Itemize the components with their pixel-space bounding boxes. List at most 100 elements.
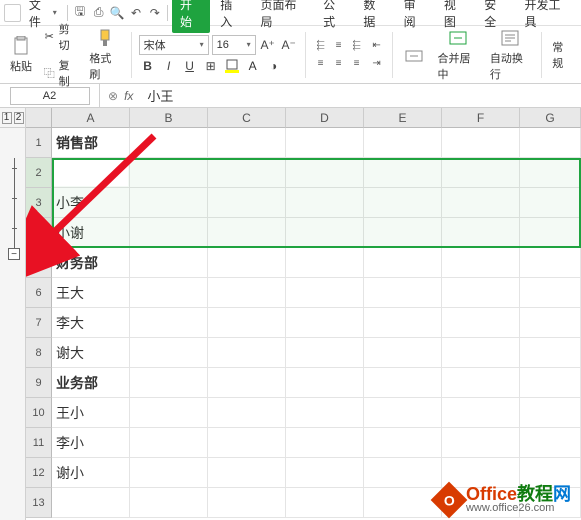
row-header[interactable]: 10	[26, 398, 52, 428]
cell[interactable]	[286, 218, 364, 248]
cell[interactable]	[442, 398, 520, 428]
cell[interactable]	[364, 428, 442, 458]
cell[interactable]	[442, 428, 520, 458]
column-header[interactable]: E	[364, 108, 442, 128]
formula-input[interactable]: 小王	[141, 86, 581, 105]
font-size-combo[interactable]: 16▾	[212, 35, 256, 55]
row-header[interactable]: 1	[26, 128, 52, 158]
font-name-combo[interactable]: 宋体▾	[139, 35, 209, 55]
cell[interactable]	[442, 368, 520, 398]
cell[interactable]	[442, 308, 520, 338]
border-button[interactable]: ⊞	[202, 57, 220, 75]
row-header[interactable]: 12	[26, 458, 52, 488]
cell[interactable]	[286, 338, 364, 368]
cell[interactable]	[364, 458, 442, 488]
cell[interactable]	[130, 218, 208, 248]
cell[interactable]	[520, 338, 581, 368]
align-middle-icon[interactable]: ≡	[331, 38, 347, 54]
cell[interactable]	[364, 398, 442, 428]
cell[interactable]	[208, 188, 286, 218]
cell[interactable]	[520, 368, 581, 398]
tab-data[interactable]: 数据	[355, 0, 393, 33]
row-header[interactable]: 9	[26, 368, 52, 398]
row-header[interactable]: 4	[26, 218, 52, 248]
cell[interactable]	[130, 308, 208, 338]
align-top-icon[interactable]: ⬱	[313, 38, 329, 54]
cell[interactable]	[442, 338, 520, 368]
cell[interactable]: 李小	[52, 428, 130, 458]
cell[interactable]	[130, 338, 208, 368]
align-left-icon[interactable]: ≡	[313, 56, 329, 72]
cell[interactable]	[520, 278, 581, 308]
qat-preview-icon[interactable]: 🔍	[109, 4, 126, 22]
cell[interactable]	[286, 398, 364, 428]
cell[interactable]	[364, 338, 442, 368]
number-format-combo[interactable]: 常规	[549, 38, 575, 72]
underline-button[interactable]: U	[181, 57, 199, 75]
cell[interactable]	[442, 278, 520, 308]
cell[interactable]: 王大	[52, 278, 130, 308]
qat-print-icon[interactable]: ⎙	[90, 4, 107, 22]
row-header[interactable]: 6	[26, 278, 52, 308]
cell[interactable]	[286, 248, 364, 278]
cell[interactable]	[286, 428, 364, 458]
cell[interactable]	[130, 428, 208, 458]
wrap-text-button[interactable]: 自动换行	[486, 25, 534, 84]
cell[interactable]	[208, 458, 286, 488]
cell[interactable]	[208, 248, 286, 278]
cell[interactable]	[364, 248, 442, 278]
cell[interactable]	[130, 368, 208, 398]
cell[interactable]	[364, 278, 442, 308]
tab-insert[interactable]: 插入	[212, 0, 250, 33]
qat-redo-icon[interactable]: ↷	[146, 4, 163, 22]
increase-font-icon[interactable]: A⁺	[259, 36, 277, 54]
cell[interactable]	[286, 158, 364, 188]
cell[interactable]	[208, 218, 286, 248]
row-header[interactable]: 11	[26, 428, 52, 458]
outline-levels[interactable]: 1 2	[0, 108, 25, 128]
align-bottom-icon[interactable]: ⬱	[349, 38, 365, 54]
cell[interactable]	[208, 128, 286, 158]
cell[interactable]	[286, 368, 364, 398]
cell[interactable]	[130, 458, 208, 488]
row-header[interactable]: 13	[26, 488, 52, 518]
select-all-corner[interactable]	[26, 108, 52, 128]
cell[interactable]	[520, 398, 581, 428]
paste-button[interactable]: 粘贴	[6, 33, 36, 76]
cell[interactable]	[130, 488, 208, 518]
indent-increase-icon[interactable]: ⇥	[369, 56, 385, 72]
column-header[interactable]: D	[286, 108, 364, 128]
align-right-icon[interactable]: ≡	[349, 56, 365, 72]
cell[interactable]	[364, 218, 442, 248]
cell[interactable]	[286, 488, 364, 518]
cell[interactable]: 小王	[52, 158, 130, 188]
row-header[interactable]: 2	[26, 158, 52, 188]
cell[interactable]: 谢小	[52, 458, 130, 488]
column-header[interactable]: A	[52, 108, 130, 128]
cell[interactable]	[442, 128, 520, 158]
outline-collapse-button[interactable]: −	[8, 248, 20, 260]
cell[interactable]	[364, 158, 442, 188]
format-painter-button[interactable]: 格式刷	[85, 25, 123, 84]
qat-undo-icon[interactable]: ↶	[128, 4, 145, 22]
indent-decrease-icon[interactable]: ⇤	[369, 38, 385, 54]
cell[interactable]	[286, 458, 364, 488]
cell[interactable]	[364, 488, 442, 518]
row-header[interactable]: 3	[26, 188, 52, 218]
orientation-button[interactable]	[399, 42, 429, 68]
fill-color-button[interactable]	[223, 57, 241, 75]
cell[interactable]: 财务部	[52, 248, 130, 278]
cell[interactable]	[130, 278, 208, 308]
name-box[interactable]: A2	[10, 87, 90, 105]
column-header[interactable]: B	[130, 108, 208, 128]
cut-button[interactable]: ✂ 剪切	[40, 20, 81, 54]
italic-button[interactable]: I	[160, 57, 178, 75]
cell[interactable]	[442, 158, 520, 188]
cell[interactable]	[442, 248, 520, 278]
cell[interactable]: 小李	[52, 188, 130, 218]
cell[interactable]: 李大	[52, 308, 130, 338]
cell[interactable]	[208, 488, 286, 518]
cell[interactable]	[520, 158, 581, 188]
column-header[interactable]: C	[208, 108, 286, 128]
cell[interactable]	[208, 308, 286, 338]
